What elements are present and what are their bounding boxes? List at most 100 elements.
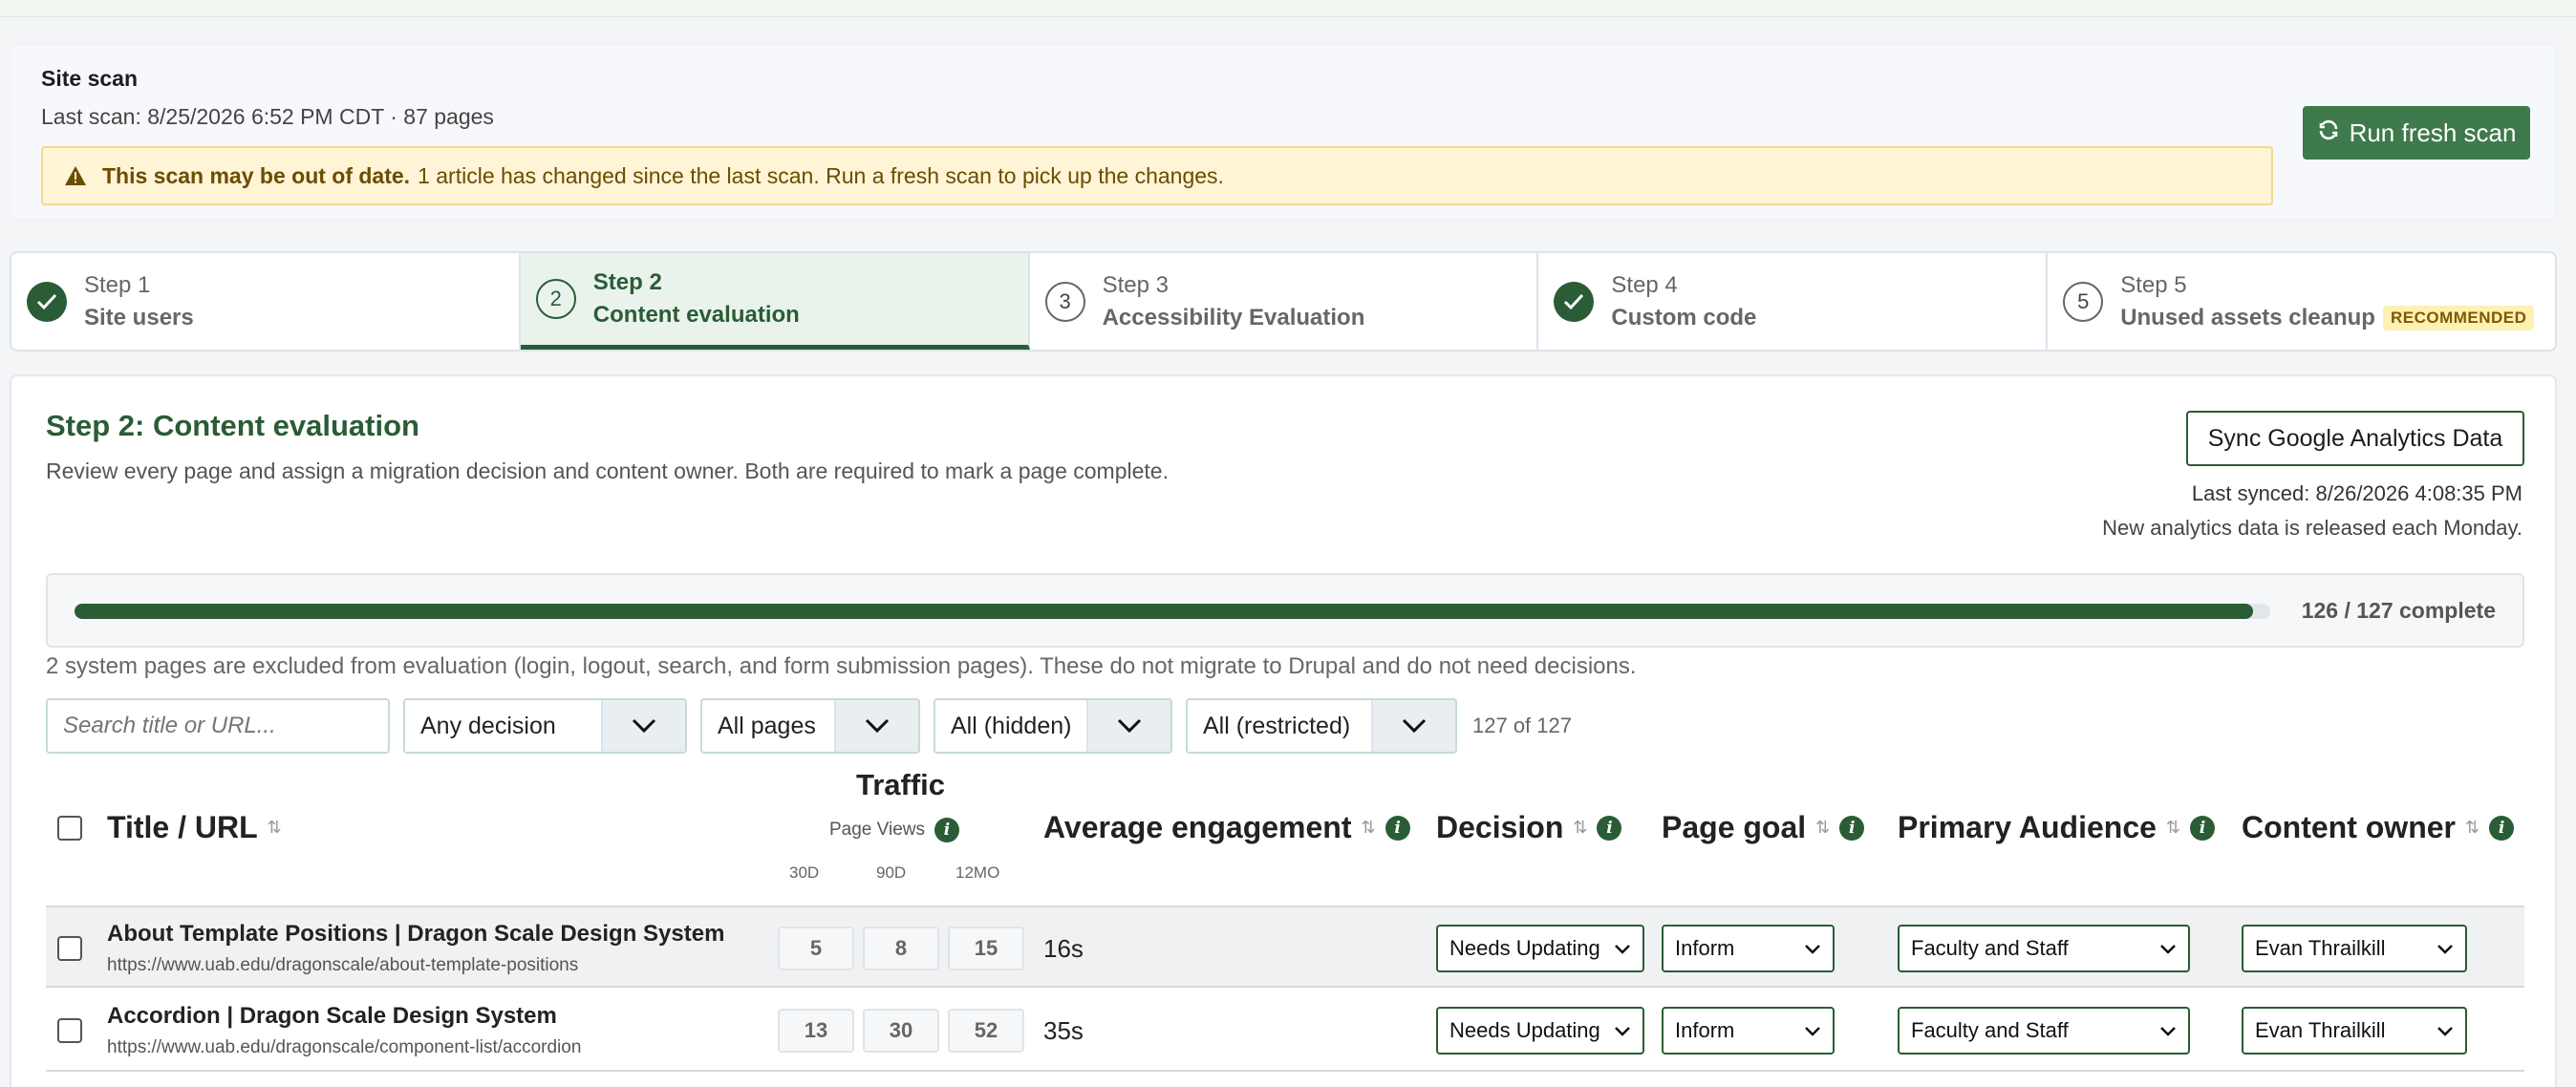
engagement-value: 35s (1043, 1016, 1084, 1045)
audience-select[interactable]: Faculty and Staff (1898, 1007, 2190, 1055)
sort-icon[interactable]: ⇅ (1815, 818, 1830, 838)
page-views-label: Page Views i (829, 818, 959, 842)
column-title-url[interactable]: Title / URL ⇅ (107, 810, 282, 845)
recommended-badge: RECOMMENDED (2382, 305, 2535, 330)
excluded-pages-note: 2 system pages are excluded from evaluat… (46, 653, 1637, 679)
sort-icon[interactable]: ⇅ (1361, 818, 1375, 838)
select-value: Needs Updating (1449, 1018, 1600, 1042)
step-name: Custom code (1611, 304, 1757, 330)
column-content-owner[interactable]: Content owner ⇅ i (2242, 810, 2515, 845)
step-number: 5 (2063, 281, 2104, 322)
step-5[interactable]: 5 Step 5 Unused assets cleanup RECOMMENDE… (2048, 253, 2555, 350)
filter-bar: Any decision All pages All (hidden) All … (46, 697, 1572, 755)
step-name: Accessibility Evaluation (1102, 304, 1365, 330)
sort-icon[interactable]: ⇅ (1573, 818, 1587, 838)
column-label: Title / URL (107, 810, 258, 844)
refresh-icon (2317, 118, 2340, 148)
chevron-down-icon (1086, 700, 1170, 752)
step-1[interactable]: Step 1 Site users (11, 253, 521, 350)
run-fresh-scan-label: Run fresh scan (2349, 117, 2517, 147)
scan-title: Site scan (41, 66, 138, 91)
metric-12mo: 52 (948, 1009, 1024, 1053)
select-value: Faculty and Staff (1911, 936, 2069, 960)
result-count: 127 of 127 (1472, 714, 1572, 737)
info-icon[interactable]: i (2190, 815, 2216, 841)
engagement-value: 16s (1043, 934, 1084, 963)
info-icon[interactable]: i (2489, 815, 2515, 841)
step-label: Step 5 (2120, 271, 2187, 298)
step-3[interactable]: 3 Step 3 Accessibility Evaluation (1030, 253, 1539, 350)
sync-google-analytics-button[interactable]: Sync Google Analytics Data (2186, 411, 2524, 466)
info-icon[interactable]: i (934, 818, 959, 842)
select-value: All pages (718, 712, 816, 739)
step-name: Site users (84, 304, 194, 330)
page-goal-select[interactable]: Inform (1662, 925, 1835, 972)
page-title: Step 2: Content evaluation (46, 409, 419, 442)
sort-icon[interactable]: ⇅ (268, 818, 282, 838)
select-value: Needs Updating (1449, 936, 1600, 960)
chevron-down-icon (1371, 700, 1455, 752)
step-number: 3 (1044, 281, 1085, 322)
content-evaluation-panel: Step 2: Content evaluation Review every … (10, 374, 2557, 1087)
sort-icon[interactable]: ⇅ (2465, 818, 2479, 838)
row-checkbox[interactable] (57, 1018, 82, 1043)
select-all-checkbox[interactable] (57, 816, 82, 841)
decision-select[interactable]: Needs Updating (1436, 1007, 1644, 1055)
page-description: Review every page and assign a migration… (46, 458, 1169, 483)
sort-icon[interactable]: ⇅ (2166, 818, 2180, 838)
analytics-note: New analytics data is released each Mond… (2102, 516, 2522, 540)
info-icon[interactable]: i (1839, 815, 1865, 841)
owner-select[interactable]: Evan Thrailkill (2242, 1007, 2467, 1055)
step-label: Step 3 (1102, 271, 1169, 298)
info-icon[interactable]: i (1597, 815, 1622, 841)
column-label: Primary Audience (1898, 810, 2157, 844)
restricted-filter-select[interactable]: All (restricted) (1186, 698, 1457, 754)
step-4[interactable]: Step 4 Custom code (1538, 253, 2049, 350)
select-value: All (restricted) (1203, 712, 1351, 739)
row-title[interactable]: Accordion | Dragon Scale Design System (107, 1003, 557, 1030)
column-primary-audience[interactable]: Primary Audience ⇅ i (1898, 810, 2216, 845)
hidden-filter-select[interactable]: All (hidden) (934, 698, 1172, 754)
table-row: About Template Positions | Dragon Scale … (46, 906, 2524, 988)
step-2[interactable]: 2 Step 2 Content evaluation (520, 253, 1030, 350)
metric-90d: 8 (863, 927, 939, 970)
metric-30d: 13 (778, 1009, 854, 1053)
chevron-down-icon (2159, 1018, 2177, 1043)
step-label: Step 1 (84, 271, 151, 298)
column-label: Page goal (1662, 810, 1807, 844)
column-page-goal[interactable]: Page goal ⇅ i (1662, 810, 1865, 845)
page-goal-select[interactable]: Inform (1662, 1007, 1835, 1055)
scan-subtitle: Last scan: 8/25/2026 6:52 PM CDT · 87 pa… (41, 104, 494, 129)
audience-select[interactable]: Faculty and Staff (1898, 925, 2190, 972)
warning-text: 1 article has changed since the last sca… (418, 162, 1224, 188)
chevron-down-icon (1804, 1018, 1821, 1043)
chevron-down-icon (1614, 1018, 1631, 1043)
pages-filter-select[interactable]: All pages (700, 698, 920, 754)
chevron-down-icon (601, 700, 685, 752)
decision-filter-select[interactable]: Any decision (403, 698, 687, 754)
info-icon[interactable]: i (1385, 815, 1410, 841)
row-url[interactable]: https://www.uab.edu/dragonscale/componen… (107, 1037, 581, 1058)
run-fresh-scan-button[interactable]: Run fresh scan (2303, 106, 2530, 160)
metric-30d: 5 (778, 927, 854, 970)
owner-select[interactable]: Evan Thrailkill (2242, 925, 2467, 972)
search-input[interactable] (46, 698, 390, 754)
chevron-down-icon (1804, 936, 1821, 961)
decision-select[interactable]: Needs Updating (1436, 925, 1644, 972)
column-decision[interactable]: Decision ⇅ i (1436, 810, 1622, 845)
column-engagement[interactable]: Average engagement ⇅ i (1043, 810, 1410, 845)
select-value: Evan Thrailkill (2255, 936, 2386, 960)
chevron-down-icon (2436, 936, 2454, 961)
column-label: Average engagement (1043, 810, 1352, 844)
last-synced-text: Last synced: 8/26/2026 4:08:35 PM (2191, 481, 2522, 505)
row-title[interactable]: About Template Positions | Dragon Scale … (107, 921, 724, 948)
table-row: Accordion | Dragon Scale Design System h… (46, 990, 2524, 1072)
row-url[interactable]: https://www.uab.edu/dragonscale/about-te… (107, 955, 578, 976)
step-name: Content evaluation (592, 302, 800, 328)
step-name: Unused assets cleanup (2120, 304, 2375, 330)
step-number: 2 (535, 279, 576, 319)
select-value: All (hidden) (951, 712, 1072, 739)
step-label: Step 2 (592, 269, 662, 295)
row-checkbox[interactable] (57, 936, 82, 961)
top-bar (0, 0, 2576, 17)
